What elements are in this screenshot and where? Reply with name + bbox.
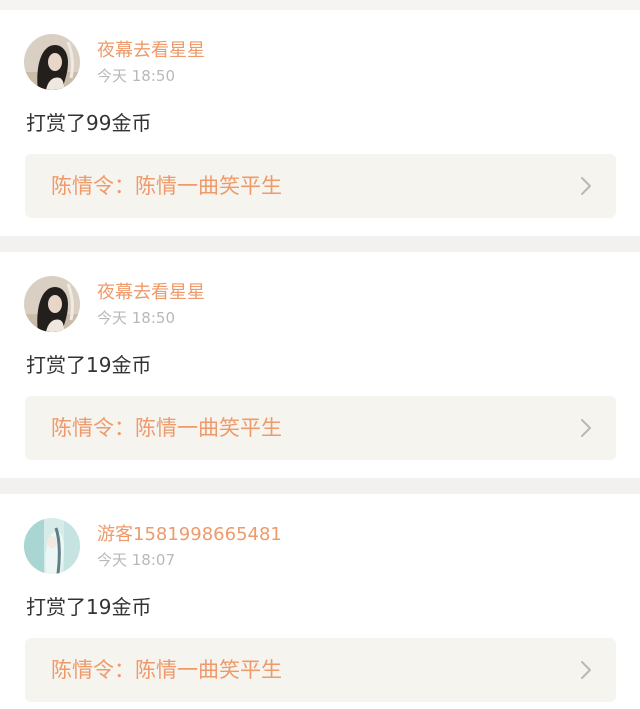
avatar[interactable] [24, 34, 80, 90]
book-title: 陈情令：陈情一曲笑平生 [51, 658, 282, 682]
top-divider [0, 0, 640, 10]
reward-card: 夜幕去看星星 今天 18:50 打赏了19金币 陈情令：陈情一曲笑平生 [0, 252, 640, 478]
user-name[interactable]: 游客1581998665481 [97, 524, 282, 546]
light-blue-avatar-icon [24, 518, 80, 574]
chevron-right-icon [581, 177, 591, 195]
dark-hair-avatar-icon [24, 276, 80, 332]
book-link[interactable]: 陈情令：陈情一曲笑平生 [25, 396, 616, 460]
book-link[interactable]: 陈情令：陈情一曲笑平生 [25, 154, 616, 218]
user-name[interactable]: 夜幕去看星星 [97, 282, 205, 304]
avatar[interactable] [24, 518, 80, 574]
reward-card: 游客1581998665481 今天 18:07 打赏了19金币 陈情令：陈情一… [0, 494, 640, 709]
avatar[interactable] [24, 276, 80, 332]
chevron-right-icon [581, 661, 591, 679]
chevron-right-icon [581, 419, 591, 437]
user-name[interactable]: 夜幕去看星星 [97, 40, 205, 62]
reward-text: 打赏了19金币 [26, 595, 152, 619]
reward-text: 打赏了19金币 [26, 353, 152, 377]
book-link[interactable]: 陈情令：陈情一曲笑平生 [25, 638, 616, 702]
reward-text: 打赏了99金币 [26, 111, 152, 135]
dark-hair-avatar-icon [24, 34, 80, 90]
post-time: 今天 18:07 [97, 551, 175, 569]
reward-card: 夜幕去看星星 今天 18:50 打赏了99金币 陈情令：陈情一曲笑平生 [0, 10, 640, 236]
book-title: 陈情令：陈情一曲笑平生 [51, 174, 282, 198]
book-title: 陈情令：陈情一曲笑平生 [51, 416, 282, 440]
post-time: 今天 18:50 [97, 67, 175, 85]
post-time: 今天 18:50 [97, 309, 175, 327]
reward-feed: 夜幕去看星星 今天 18:50 打赏了99金币 陈情令：陈情一曲笑平生 夜幕去看… [0, 0, 640, 709]
